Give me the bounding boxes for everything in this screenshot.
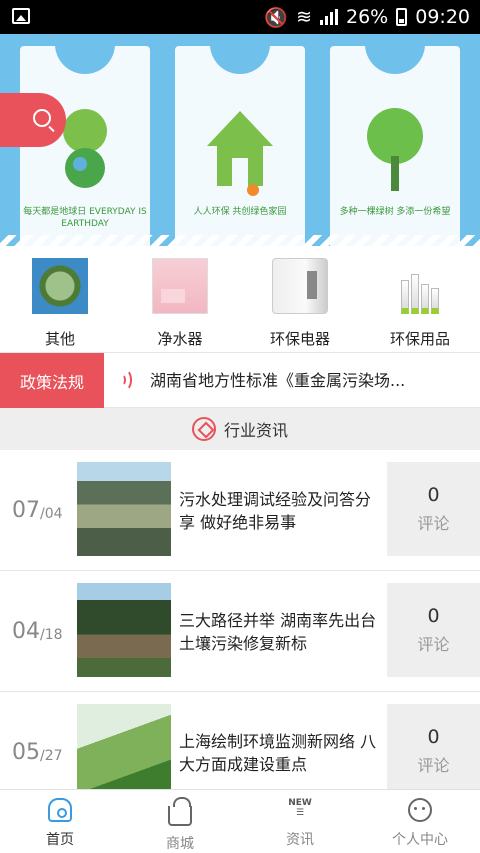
comment-label: 评论 [417, 635, 450, 654]
category-eco-supplies[interactable]: 环保用品 [360, 246, 480, 352]
battery-percent: 26% [346, 6, 389, 28]
tab-news[interactable]: NEW ☰ 资讯 [240, 790, 360, 853]
green-house-icon [207, 111, 273, 196]
bulbs-icon [392, 258, 448, 314]
policy-headline[interactable]: 湖南省地方性标准《重金属污染场... [150, 353, 405, 408]
new-badge: NEW [288, 798, 312, 808]
category-other[interactable]: 其他 [0, 246, 120, 352]
news-title[interactable]: 污水处理调试经验及问答分享 做好绝非易事 [179, 450, 384, 571]
policy-ticker[interactable]: 政策法规 湖南省地方性标准《重金属污染场... [0, 352, 480, 408]
category-row: 其他 净水器 环保电器 环保用品 [0, 246, 480, 352]
tab-profile[interactable]: 个人中心 [360, 790, 480, 853]
policy-tag[interactable]: 政策法规 [0, 353, 104, 408]
clock: 09:20 [415, 6, 470, 28]
basket-icon [168, 797, 192, 826]
mute-icon: 🔇 [264, 6, 289, 29]
user-icon [408, 798, 432, 822]
bottom-nav: 首页 商城 NEW ☰ 资讯 个人中心 [0, 789, 480, 853]
signal-icon [320, 9, 338, 25]
tag-icon [191, 417, 216, 441]
home-icon [48, 798, 72, 822]
comment-box[interactable]: 0 评论 [387, 583, 480, 677]
news-title[interactable]: 三大路径并举 湖南率先出台土壤污染修复新标 [179, 571, 384, 692]
comment-label: 评论 [417, 756, 450, 775]
category-eco-appliances[interactable]: 环保电器 [240, 246, 360, 352]
comment-count: 0 [427, 605, 440, 627]
news-item[interactable]: 04/18 三大路径并举 湖南率先出台土壤污染修复新标 0 评论 [0, 571, 480, 692]
tab-home[interactable]: 首页 [0, 790, 120, 853]
banner-bag-house: 人人环保 共创绿色家园 [175, 44, 305, 246]
news-thumbnail[interactable] [77, 462, 171, 556]
search-icon [33, 109, 51, 127]
promo-banner[interactable]: 每天都是地球日 EVERYDAY IS EARTHDAY 人人环保 共创绿色家园… [0, 34, 480, 246]
comment-box[interactable]: 0 评论 [387, 462, 480, 556]
news-date: 04/18 [12, 619, 63, 644]
comment-count: 0 [427, 484, 440, 506]
comment-count: 0 [427, 726, 440, 748]
battery-icon [396, 8, 408, 26]
virus-globe-icon [32, 258, 88, 314]
news-date: 07/04 [12, 498, 63, 523]
category-water-purifier[interactable]: 净水器 [120, 246, 240, 352]
news-item[interactable]: 07/04 污水处理调试经验及问答分享 做好绝非易事 0 评论 [0, 450, 480, 571]
status-bar: 🔇 ≋ 26% 09:20 [0, 0, 480, 34]
news-list: 07/04 污水处理调试经验及问答分享 做好绝非易事 0 评论 04/18 三大… [0, 450, 480, 813]
tree-icon [367, 108, 423, 191]
news-thumbnail[interactable] [77, 583, 171, 677]
search-button[interactable] [0, 93, 66, 147]
gallery-notification-icon [12, 8, 30, 24]
comment-label: 评论 [417, 514, 450, 533]
news-icon: NEW ☰ [288, 798, 312, 818]
water-purifier-icon [152, 258, 208, 314]
broadcast-icon [118, 369, 132, 391]
appliance-icon [272, 258, 328, 314]
section-title: 行业资讯 [223, 421, 288, 440]
banner-bag-tree: 多种一棵绿树 多添一份希望 [330, 44, 460, 246]
tab-mall[interactable]: 商城 [120, 790, 240, 853]
comment-box[interactable]: 0 评论 [387, 704, 480, 798]
news-thumbnail[interactable] [77, 704, 171, 798]
section-header-industry-news: 行业资讯 [0, 408, 480, 450]
status-icons: 🔇 ≋ 26% 09:20 [264, 5, 470, 29]
wifi-icon: ≋ [296, 6, 312, 28]
